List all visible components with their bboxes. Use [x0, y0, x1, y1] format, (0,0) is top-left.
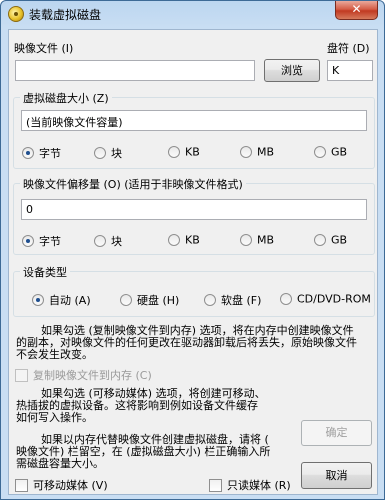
radio-icon — [314, 146, 326, 158]
disk-size-units: 字节 块 KB MB GB — [22, 145, 372, 161]
size-unit-bytes[interactable]: 字节 — [22, 145, 61, 161]
disk-size-input[interactable]: (当前映像文件容量) — [21, 110, 367, 131]
checkbox-icon — [15, 478, 28, 492]
radio-icon — [240, 146, 252, 158]
radio-icon — [168, 234, 180, 246]
offset-input[interactable]: 0 — [21, 199, 367, 220]
disk-size-title: 虚拟磁盘大小 (Z) — [20, 90, 112, 106]
copy-note-line-3: 不会发生改变。 — [16, 348, 93, 361]
offset-unit-gb[interactable]: GB — [314, 233, 347, 249]
browse-button[interactable]: 浏览 — [264, 59, 320, 82]
radio-icon — [94, 147, 106, 159]
radio-icon — [94, 235, 106, 247]
offset-title: 映像文件偏移量 (O) (适用于非映像文件格式) — [20, 176, 246, 192]
checkbox-icon — [15, 368, 28, 382]
radio-selected-icon — [22, 147, 34, 159]
radio-icon — [314, 234, 326, 246]
device-type-options: 自动 (A) 硬盘 (H) 软盘 (F) CD/DVD-ROM — [22, 292, 372, 308]
offset-unit-bytes[interactable]: 字节 — [22, 233, 61, 249]
offset-units: 字节 块 KB MB GB — [22, 233, 372, 249]
size-unit-mb[interactable]: MB — [240, 145, 274, 161]
radio-selected-icon — [32, 294, 44, 306]
copy-to-memory-checkbox[interactable]: 复制映像文件到内存 (C) — [15, 367, 152, 383]
radio-icon — [280, 293, 292, 305]
readonly-checkbox[interactable]: 只读媒体 (R) — [209, 477, 291, 493]
device-auto[interactable]: 自动 (A) — [32, 292, 91, 308]
device-type-group: 设备类型 自动 (A) 硬盘 (H) 软盘 (F) CD/DVD-ROM — [13, 264, 375, 317]
radio-selected-icon — [22, 235, 34, 247]
memory-note-line-3: 需磁盘容量大小。 — [16, 457, 104, 470]
offset-unit-mb[interactable]: MB — [240, 233, 274, 249]
offset-group: 映像文件偏移量 (O) (适用于非映像文件格式) 0 字节 块 KB MB GB — [13, 176, 375, 255]
dialog-window: 装载虚拟磁盘 ✕ 映像文件 (I) 盘符 (D) 浏览 K 虚拟磁盘大小 (Z)… — [0, 0, 385, 500]
checkbox-icon — [209, 478, 222, 492]
size-unit-blocks[interactable]: 块 — [94, 145, 122, 161]
device-floppy[interactable]: 软盘 (F) — [204, 292, 261, 308]
drive-letter-input[interactable]: K — [327, 60, 373, 81]
radio-icon — [204, 294, 216, 306]
size-unit-gb[interactable]: GB — [314, 145, 347, 161]
image-file-label: 映像文件 (I) — [14, 42, 74, 55]
cancel-button[interactable]: 取消 — [301, 462, 372, 489]
radio-icon — [168, 146, 180, 158]
radio-icon — [240, 234, 252, 246]
image-file-input[interactable] — [15, 60, 255, 81]
ok-button[interactable]: 确定 — [301, 420, 372, 446]
removable-note-line-3: 如何写入操作。 — [16, 411, 93, 424]
drive-letter-label: 盘符 (D) — [327, 42, 370, 55]
device-hard-disk[interactable]: 硬盘 (H) — [120, 292, 179, 308]
disk-size-group: 虚拟磁盘大小 (Z) (当前映像文件容量) 字节 块 KB MB GB — [13, 90, 375, 169]
disk-icon — [8, 6, 24, 22]
removable-checkbox[interactable]: 可移动媒体 (V) — [15, 477, 108, 493]
offset-unit-kb[interactable]: KB — [168, 233, 200, 249]
window-title: 装载虚拟磁盘 — [29, 8, 102, 22]
title-bar[interactable]: 装载虚拟磁盘 ✕ — [1, 1, 384, 27]
offset-unit-blocks[interactable]: 块 — [94, 233, 122, 249]
close-button[interactable]: ✕ — [335, 1, 378, 20]
size-unit-kb[interactable]: KB — [168, 145, 200, 161]
radio-icon — [120, 294, 132, 306]
device-type-title: 设备类型 — [20, 264, 70, 280]
dialog-body: 映像文件 (I) 盘符 (D) 浏览 K 虚拟磁盘大小 (Z) (当前映像文件容… — [8, 29, 378, 495]
device-cd-dvd[interactable]: CD/DVD-ROM — [280, 292, 371, 308]
